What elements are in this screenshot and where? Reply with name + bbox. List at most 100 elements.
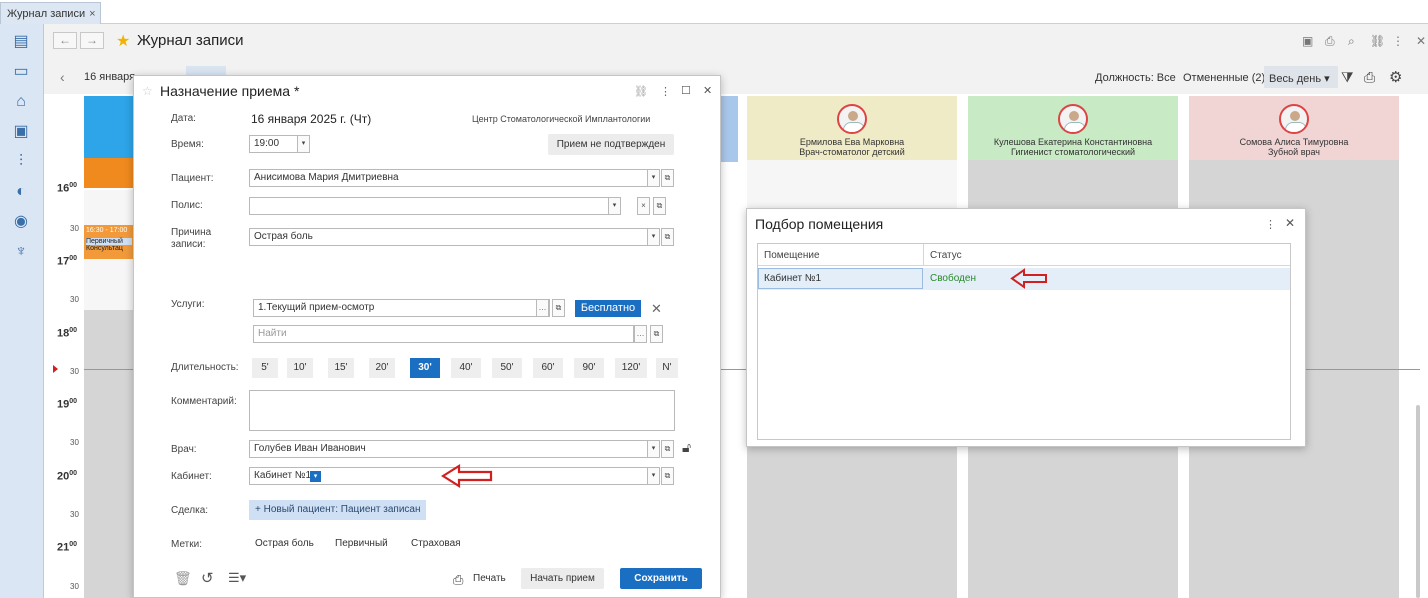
duration-50[interactable]: 50': [492, 358, 522, 378]
print-icon[interactable]: ⎙: [453, 572, 463, 588]
chevron-down-icon[interactable]: ▾: [297, 135, 310, 153]
deal-button[interactable]: + Новый пациент: Пациент записан: [249, 500, 426, 520]
history-icon[interactable]: ↺: [201, 569, 214, 587]
chevron-down-icon[interactable]: ▾: [647, 467, 660, 485]
doctor-header-somova[interactable]: Сомова Алиса Тимуровна Зубной врач: [1189, 96, 1399, 160]
policy-field[interactable]: ▾: [249, 197, 621, 215]
more-icon[interactable]: ⋮: [1392, 34, 1404, 48]
column-header-status[interactable]: Статус: [924, 244, 1290, 266]
star-icon[interactable]: ☆: [142, 84, 153, 98]
close-icon[interactable]: ✕: [703, 84, 712, 97]
doctor-icon[interactable]: ◉: [10, 212, 32, 232]
cancelled-filter[interactable]: Отмененные (2): [1183, 72, 1265, 84]
service-more-icon[interactable]: …: [536, 299, 549, 317]
duration-30[interactable]: 30': [410, 358, 440, 378]
open-search-icon[interactable]: ⧉: [650, 325, 663, 343]
tag-insurance[interactable]: Страховая: [411, 538, 461, 549]
service-field[interactable]: 1.Текущий прием-осмотр: [253, 299, 550, 317]
print-button[interactable]: Печать: [473, 573, 506, 584]
forward-button[interactable]: →: [80, 32, 104, 49]
search-more-icon[interactable]: …: [634, 325, 647, 343]
reason-label-1: Причина: [171, 227, 212, 238]
link-icon[interactable]: ⛓: [1370, 34, 1385, 48]
filter-icon[interactable]: ⧩: [1341, 69, 1354, 86]
preview-icon[interactable]: ⌕: [1348, 34, 1355, 49]
free-button[interactable]: Бесплатно: [575, 300, 641, 317]
patient-field[interactable]: Анисимова Мария Дмитриевна ▾: [249, 169, 660, 187]
close-icon[interactable]: ✕: [1416, 34, 1426, 48]
duration-60[interactable]: 60': [533, 358, 563, 378]
duration-15[interactable]: 15': [328, 358, 354, 378]
duration-90[interactable]: 90': [574, 358, 604, 378]
column-header-room[interactable]: Помещение: [758, 244, 924, 266]
date-value[interactable]: 16 января 2025 г. (Чт): [251, 112, 371, 126]
duration-40[interactable]: 40': [451, 358, 481, 378]
time-1630: 30: [70, 224, 79, 233]
tab-journal[interactable]: Журнал записи ×: [0, 2, 101, 24]
print-icon[interactable]: ⎙: [1325, 34, 1335, 49]
tag-acute-pain[interactable]: Острая боль: [255, 538, 314, 549]
tag-primary[interactable]: Первичный: [335, 538, 388, 549]
table-row[interactable]: Кабинет №1 Свободен: [758, 268, 1290, 290]
start-appointment-button[interactable]: Начать прием: [521, 568, 604, 589]
comment-textarea[interactable]: [249, 390, 675, 431]
service-search-input[interactable]: Найти: [253, 325, 634, 343]
doctor-header-ermilova[interactable]: Ермилова Ева Марковна Врач-стоматолог де…: [747, 96, 957, 160]
status-cell[interactable]: Свободен: [930, 273, 976, 284]
open-service-icon[interactable]: ⧉: [552, 299, 565, 317]
id-card-icon[interactable]: ▭: [10, 62, 32, 82]
range-select[interactable]: Весь день ▾: [1264, 66, 1338, 88]
duration-5[interactable]: 5': [252, 358, 278, 378]
more-icon[interactable]: ⋮: [660, 85, 671, 98]
calendar-date[interactable]: 16 января: [84, 71, 135, 83]
monitor-icon[interactable]: ▣: [10, 122, 32, 142]
close-tab-icon[interactable]: ×: [89, 8, 95, 20]
clipboard-icon[interactable]: ▤: [10, 32, 32, 52]
link-icon[interactable]: ⛓: [634, 85, 648, 98]
time-2130: 30: [70, 582, 79, 591]
time-20: 2000: [57, 470, 78, 483]
print-calendar-icon[interactable]: ⎙: [1364, 69, 1375, 86]
chair-icon[interactable]: ⌂: [10, 92, 32, 112]
prev-day-icon[interactable]: ‹: [60, 69, 65, 85]
position-filter[interactable]: Должность: Все: [1095, 72, 1176, 84]
maximize-icon[interactable]: ☐: [681, 84, 691, 97]
doctor-header-kuleshova[interactable]: Кулешова Екатерина Константиновна Гигиен…: [968, 96, 1178, 160]
clear-policy-icon[interactable]: ×: [637, 197, 650, 215]
appointment-card[interactable]: 16:30 - 17:00 Первичный Консультац: [84, 225, 134, 259]
scrollbar[interactable]: [1416, 405, 1420, 598]
open-doctor-icon[interactable]: ⧉: [661, 440, 674, 458]
open-cabinet-icon[interactable]: ⧉: [661, 467, 674, 485]
close-icon[interactable]: ✕: [1285, 216, 1295, 230]
tools-icon[interactable]: ⫶: [10, 152, 32, 172]
more-icon[interactable]: ⋮: [1265, 218, 1276, 231]
time-select[interactable]: 19:00 ▾: [249, 135, 310, 153]
unconfirmed-button[interactable]: Прием не подтвержден: [548, 134, 674, 155]
open-policy-icon[interactable]: ⧉: [653, 197, 666, 215]
chevron-down-icon[interactable]: ▾: [647, 228, 660, 246]
chevron-down-icon[interactable]: ▾: [608, 197, 621, 215]
duration-10[interactable]: 10': [287, 358, 313, 378]
open-reason-icon[interactable]: ⧉: [661, 228, 674, 246]
room-cell[interactable]: Кабинет №1: [758, 268, 923, 289]
tooth-icon[interactable]: ♆: [10, 242, 32, 262]
back-button[interactable]: ←: [53, 32, 77, 49]
doctor-field[interactable]: Голубев Иван Иванович ▾: [249, 440, 660, 458]
trash-icon[interactable]: 🗑︎: [174, 570, 192, 587]
save-icon[interactable]: ▣: [1302, 34, 1313, 48]
settings-gear-icon[interactable]: ⚙: [1389, 68, 1402, 86]
unlock-icon[interactable]: 🔓︎: [682, 439, 691, 456]
chevron-down-icon[interactable]: ▾: [647, 440, 660, 458]
save-button[interactable]: Сохранить: [620, 568, 702, 589]
duration-custom[interactable]: N': [656, 358, 678, 378]
dropdown-marker-icon[interactable]: ▾: [310, 471, 321, 482]
tooth-p-icon[interactable]: ◐: [10, 182, 32, 202]
menu-icon[interactable]: ☰▾: [228, 570, 246, 586]
reason-field[interactable]: Острая боль ▾: [249, 228, 660, 246]
chevron-down-icon[interactable]: ▾: [647, 169, 660, 187]
duration-20[interactable]: 20': [369, 358, 395, 378]
remove-service-icon[interactable]: ✕: [651, 301, 662, 317]
favorite-star-icon[interactable]: ★: [116, 31, 130, 51]
duration-120[interactable]: 120': [615, 358, 647, 378]
open-patient-icon[interactable]: ⧉: [661, 169, 674, 187]
